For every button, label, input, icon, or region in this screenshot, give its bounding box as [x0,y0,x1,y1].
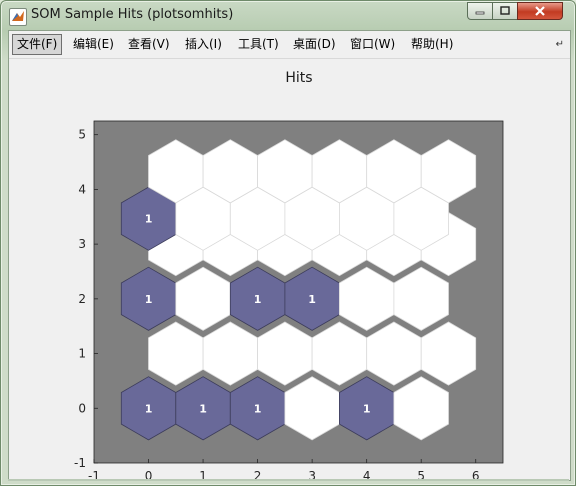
menu-insert[interactable]: 插入(I) [181,34,226,55]
y-tick-label: 5 [78,128,86,142]
minimize-button[interactable] [467,2,493,20]
menu-tools[interactable]: 工具(T) [234,34,283,55]
hit-count-label: 1 [199,402,207,415]
hit-count-label: 1 [145,213,153,226]
arrow-icon[interactable]: ↵ [556,39,564,50]
figure-client: 文件(F) 编辑(E) 查看(V) 插入(I) 工具(T) 桌面(D) 窗口(W… [8,30,571,483]
hit-count-label: 1 [254,402,262,415]
menu-bar: 文件(F) 编辑(E) 查看(V) 插入(I) 工具(T) 桌面(D) 窗口(W… [9,31,570,59]
menu-edit[interactable]: 编辑(E) [69,34,118,55]
menu-desktop[interactable]: 桌面(D) [289,34,340,55]
y-tick-label: 1 [78,347,86,361]
y-tick-label: 4 [78,182,86,196]
menu-window[interactable]: 窗口(W) [346,34,399,55]
close-icon [535,6,545,16]
maximize-button[interactable] [492,2,518,20]
window-bottom-border [8,479,569,481]
matlab-icon [9,8,27,26]
window-title: SOM Sample Hits (plotsomhits) [31,7,234,22]
figure-window: SOM Sample Hits (plotsomhits) 文件(F) 编辑(E… [0,0,576,486]
menu-help[interactable]: 帮助(H) [407,34,457,55]
hit-count-label: 1 [254,293,262,306]
minimize-icon [475,11,485,15]
maximize-icon [500,6,510,15]
hex-layer: 1 1 1 1 1 1 1 1 [120,139,477,441]
hit-count-label: 1 [308,293,316,306]
menu-view[interactable]: 查看(V) [124,34,174,55]
title-bar[interactable]: SOM Sample Hits (plotsomhits) [1,1,575,29]
chart-title: Hits [285,70,312,86]
figure-canvas: Hits 11111111 -1 0 1 2 3 4 5 6 -1 0 1 2 3 4 5 [9,59,570,483]
y-tick-label: -1 [74,456,86,470]
hits-plot[interactable]: Hits 1 1 1 11 1 11 -1 0 1 2 3 4 5 6-1012345 [9,59,570,483]
close-button[interactable] [517,2,563,20]
y-tick-label: 0 [78,401,86,415]
y-tick-label: 2 [78,292,86,306]
menu-file[interactable]: 文件(F) [12,34,63,55]
hit-count-label: 1 [145,402,153,415]
hit-count-label: 1 [145,293,153,306]
y-tick-label: 3 [78,237,86,251]
hit-count-label: 1 [363,402,371,415]
